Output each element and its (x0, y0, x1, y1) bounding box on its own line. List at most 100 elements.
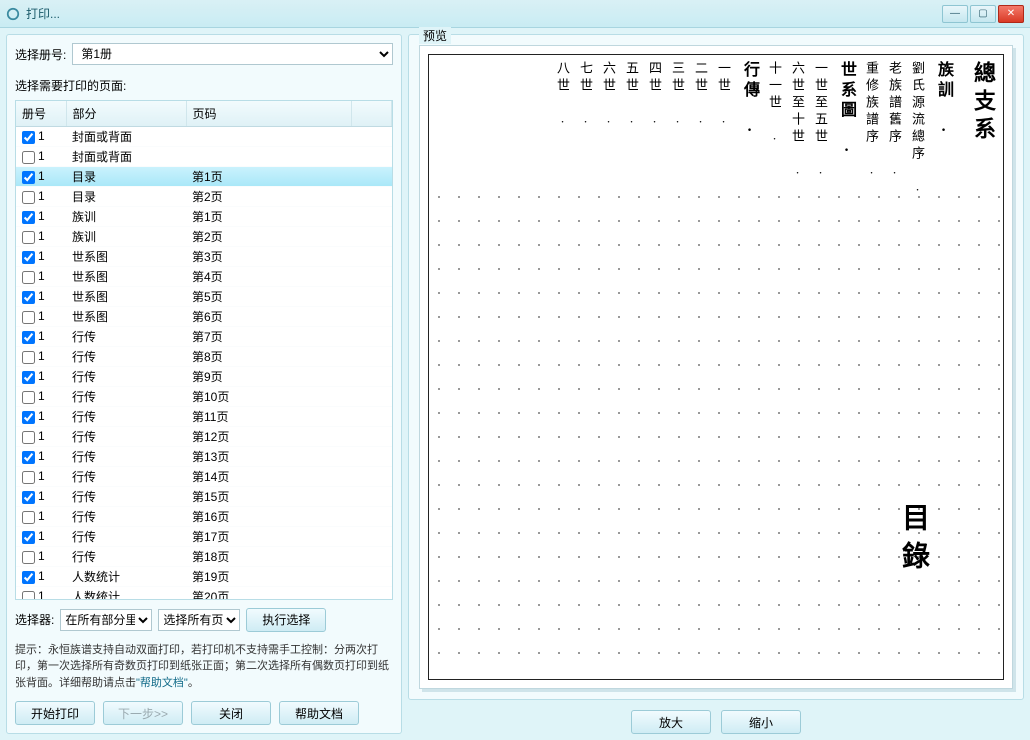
table-row[interactable]: 1世系图第6页 (16, 307, 392, 327)
row-check[interactable] (22, 191, 35, 204)
row-section: 行传 (66, 367, 186, 387)
row-section: 行传 (66, 487, 186, 507)
pages-table-wrap[interactable]: 册号 部分 页码 1封面或背面1封面或背面1目录第1页1目录第2页1族训第1页1… (15, 100, 393, 600)
row-section: 行传 (66, 327, 186, 347)
row-section: 行传 (66, 387, 186, 407)
volume-label: 选择册号: (15, 46, 66, 63)
row-check[interactable] (22, 551, 35, 564)
preview-col: 一世至五世 · (811, 61, 830, 201)
row-check[interactable] (22, 331, 35, 344)
row-check[interactable] (22, 231, 35, 244)
table-row[interactable]: 1人数统计第20页 (16, 587, 392, 600)
preview-col: 十一世 · (765, 61, 784, 201)
zoom-in-button[interactable]: 放大 (631, 710, 711, 734)
preview-col: 老族譜舊序 · (885, 61, 904, 201)
row-page: 第5页 (186, 287, 352, 307)
close-button[interactable]: 关闭 (191, 701, 271, 725)
row-check[interactable] (22, 211, 35, 224)
row-section: 世系图 (66, 287, 186, 307)
next-button[interactable]: 下一步>> (103, 701, 183, 725)
table-row[interactable]: 1行传第17页 (16, 527, 392, 547)
preview-col: 三世 · (668, 61, 687, 201)
row-check[interactable] (22, 131, 35, 144)
table-row[interactable]: 1行传第14页 (16, 467, 392, 487)
preview-legend: 预览 (419, 27, 451, 44)
selector-pages[interactable]: 选择所有页 (158, 609, 240, 631)
row-page: 第19页 (186, 567, 352, 587)
row-page: 第13页 (186, 447, 352, 467)
row-section: 封面或背面 (66, 127, 186, 147)
preview-col: 二世 · (691, 61, 710, 201)
row-page: 第20页 (186, 587, 352, 600)
hint-help-link[interactable]: "帮助文档" (136, 677, 188, 689)
table-row[interactable]: 1行传第9页 (16, 367, 392, 387)
volume-select[interactable]: 第1册 (72, 43, 393, 65)
row-check[interactable] (22, 151, 35, 164)
table-row[interactable]: 1目录第2页 (16, 187, 392, 207)
preview-col: 四世 · (645, 61, 664, 201)
table-row[interactable]: 1行传第10页 (16, 387, 392, 407)
maximize-button[interactable]: ▢ (970, 5, 996, 23)
title-bar: 打印... — ▢ ✕ (0, 0, 1030, 28)
table-row[interactable]: 1世系图第4页 (16, 267, 392, 287)
close-window-button[interactable]: ✕ (998, 5, 1024, 23)
table-row[interactable]: 1行传第12页 (16, 427, 392, 447)
row-section: 族训 (66, 227, 186, 247)
row-page: 第14页 (186, 467, 352, 487)
row-check[interactable] (22, 251, 35, 264)
table-row[interactable]: 1封面或背面 (16, 147, 392, 167)
table-row[interactable]: 1行传第11页 (16, 407, 392, 427)
table-row[interactable]: 1行传第15页 (16, 487, 392, 507)
start-print-button[interactable]: 开始打印 (15, 701, 95, 725)
table-row[interactable]: 1世系图第5页 (16, 287, 392, 307)
preview-col: 七世 · (576, 61, 595, 201)
table-row[interactable]: 1族训第2页 (16, 227, 392, 247)
exec-select-button[interactable]: 执行选择 (246, 608, 326, 632)
row-check[interactable] (22, 411, 35, 424)
row-check[interactable] (22, 431, 35, 444)
table-row[interactable]: 1封面或背面 (16, 127, 392, 147)
col-page[interactable]: 页码 (186, 101, 352, 127)
table-row[interactable]: 1世系图第3页 (16, 247, 392, 267)
row-check[interactable] (22, 591, 35, 600)
row-check[interactable] (22, 571, 35, 584)
row-check[interactable] (22, 351, 35, 364)
help-doc-button[interactable]: 帮助文档 (279, 701, 359, 725)
zoom-out-button[interactable]: 缩小 (721, 710, 801, 734)
row-check[interactable] (22, 471, 35, 484)
table-row[interactable]: 1行传第7页 (16, 327, 392, 347)
row-page: 第6页 (186, 307, 352, 327)
table-row[interactable]: 1行传第8页 (16, 347, 392, 367)
row-section: 人数统计 (66, 587, 186, 600)
table-row[interactable]: 1行传第18页 (16, 547, 392, 567)
row-check[interactable] (22, 371, 35, 384)
row-check[interactable] (22, 171, 35, 184)
mulu-heading: 目錄 (893, 503, 933, 579)
row-section: 世系图 (66, 267, 186, 287)
row-check[interactable] (22, 451, 35, 464)
table-row[interactable]: 1族训第1页 (16, 207, 392, 227)
row-page: 第18页 (186, 547, 352, 567)
row-check[interactable] (22, 271, 35, 284)
selector-scope[interactable]: 在所有部分里 (60, 609, 152, 631)
table-row[interactable]: 1行传第16页 (16, 507, 392, 527)
row-page: 第7页 (186, 327, 352, 347)
col-vol[interactable]: 册号 (16, 101, 66, 127)
row-page: 第11页 (186, 407, 352, 427)
row-page: 第8页 (186, 347, 352, 367)
preview-col: 六世至十世 · (788, 61, 807, 201)
row-check[interactable] (22, 531, 35, 544)
row-check[interactable] (22, 511, 35, 524)
table-row[interactable]: 1人数统计第19页 (16, 567, 392, 587)
minimize-button[interactable]: — (942, 5, 968, 23)
row-check[interactable] (22, 291, 35, 304)
col-section[interactable]: 部分 (66, 101, 186, 127)
row-page: 第3页 (186, 247, 352, 267)
row-section: 行传 (66, 427, 186, 447)
table-row[interactable]: 1行传第13页 (16, 447, 392, 467)
table-row[interactable]: 1目录第1页 (16, 167, 392, 187)
row-check[interactable] (22, 311, 35, 324)
row-check[interactable] (22, 491, 35, 504)
row-page: 第2页 (186, 187, 352, 207)
row-check[interactable] (22, 391, 35, 404)
